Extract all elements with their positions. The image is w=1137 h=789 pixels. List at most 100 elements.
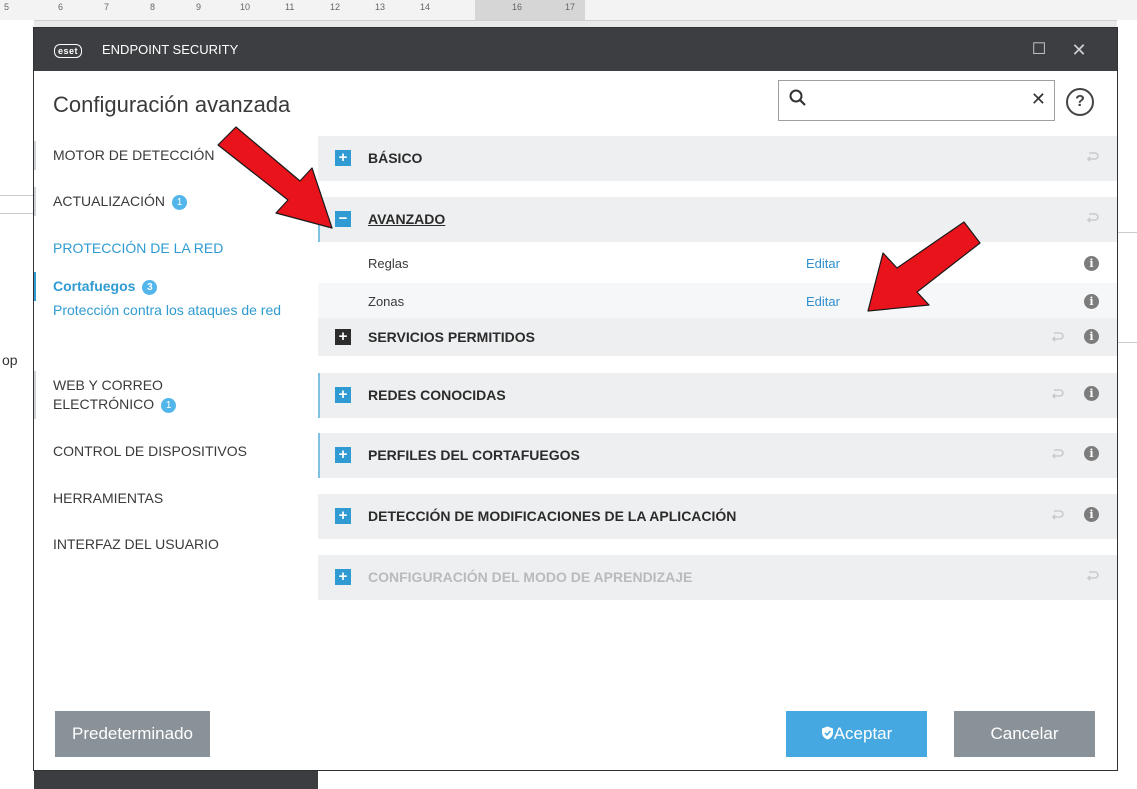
revert-icon[interactable] xyxy=(1084,149,1100,165)
sidebar-item-network-attack-protection[interactable]: Protección contra los ataques de red xyxy=(34,301,289,320)
background-dark-strip xyxy=(34,770,318,789)
default-button[interactable]: Predeterminado xyxy=(55,711,210,757)
section-label: SERVICIOS PERMITIDOS xyxy=(368,329,535,345)
advanced-setup-window: eset ENDPOINT SECURITY ☐ ✕ Configuración… xyxy=(34,28,1117,770)
ruler-number: 5 xyxy=(4,2,10,12)
background-ruler: 5 6 7 8 9 10 11 12 13 14 16 17 xyxy=(0,0,1137,21)
section-perfiles-cortafuegos[interactable]: + PERFILES DEL CORTAFUEGOS i xyxy=(318,433,1117,478)
expand-icon[interactable]: + xyxy=(335,569,351,585)
sidebar-item-web-email[interactable]: WEB Y CORREO ELECTRÓNICO 1 xyxy=(34,371,234,419)
ruler-number: 10 xyxy=(240,2,251,12)
close-icon[interactable]: ✕ xyxy=(1068,39,1090,61)
title-bar[interactable]: eset ENDPOINT SECURITY ☐ ✕ xyxy=(34,28,1117,71)
background-text: op xyxy=(2,352,18,368)
section-basico[interactable]: + BÁSICO xyxy=(318,136,1117,181)
sidebar-item-firewall[interactable]: Cortafuegos 3 xyxy=(34,272,304,301)
maximize-icon[interactable]: ☐ xyxy=(1028,39,1050,61)
section-label: DETECCIÓN DE MODIFICACIONES DE LA APLICA… xyxy=(368,508,737,524)
info-icon[interactable]: i xyxy=(1084,386,1099,401)
ruler-number: 17 xyxy=(565,2,576,12)
search-box[interactable]: ✕ xyxy=(778,80,1055,121)
ruler-number: 11 xyxy=(285,2,295,12)
section-redes-conocidas[interactable]: + REDES CONOCIDAS i xyxy=(318,373,1117,418)
sidebar-item-label: MOTOR DE DETECCIÓN xyxy=(53,147,215,163)
edit-zones-link[interactable]: Editar xyxy=(806,294,840,309)
eset-logo: eset xyxy=(54,44,83,58)
sidebar-item-label: Cortafuegos xyxy=(53,278,136,294)
sidebar-item-tools[interactable]: HERRAMIENTAS xyxy=(34,489,304,508)
sidebar-item-label: INTERFAZ DEL USUARIO xyxy=(53,536,219,552)
sidebar-item-label: HERRAMIENTAS xyxy=(53,490,164,506)
info-icon[interactable]: i xyxy=(1084,256,1099,271)
revert-icon[interactable] xyxy=(1049,386,1065,402)
cancel-button[interactable]: Cancelar xyxy=(954,711,1095,757)
collapse-icon[interactable]: − xyxy=(335,211,351,227)
setting-label: Reglas xyxy=(368,256,409,271)
sidebar-item-user-interface[interactable]: INTERFAZ DEL USUARIO xyxy=(34,535,304,554)
divider xyxy=(0,195,34,196)
expand-icon[interactable]: + xyxy=(335,447,351,463)
edit-rules-link[interactable]: Editar xyxy=(806,256,840,271)
accept-button-label: Aceptar xyxy=(833,724,893,743)
shield-icon xyxy=(821,726,833,740)
accept-button[interactable]: Aceptar xyxy=(786,711,927,757)
expand-icon[interactable]: + xyxy=(335,387,351,403)
background-doc-bottom xyxy=(34,770,1117,789)
sidebar-item-label: ACTUALIZACIÓN xyxy=(53,193,166,209)
sidebar-item-label: Protección contra los ataques de red xyxy=(53,302,282,318)
ruler-number: 14 xyxy=(420,2,431,12)
ruler-number: 8 xyxy=(150,2,156,12)
info-icon[interactable]: i xyxy=(1084,294,1099,309)
ruler-number: 13 xyxy=(375,2,386,12)
expand-icon[interactable]: + xyxy=(335,329,351,345)
ruler-number: 6 xyxy=(58,2,64,12)
background-doc-right xyxy=(1117,20,1137,789)
setting-label: Zonas xyxy=(368,294,405,309)
sidebar-item-update[interactable]: ACTUALIZACIÓN 1 xyxy=(34,187,304,216)
sidebar-item-label: CONTROL DE DISPOSITIVOS xyxy=(53,443,247,459)
sidebar-item-label: WEB Y CORREO ELECTRÓNICO xyxy=(53,377,163,412)
sidebar-item-device-control[interactable]: CONTROL DE DISPOSITIVOS xyxy=(34,442,304,461)
section-deteccion-modificaciones[interactable]: + DETECCIÓN DE MODIFICACIONES DE LA APLI… xyxy=(318,494,1117,539)
section-modo-aprendizaje[interactable]: + CONFIGURACIÓN DEL MODO DE APRENDIZAJE xyxy=(318,555,1117,600)
sidebar-item-detection-engine[interactable]: MOTOR DE DETECCIÓN xyxy=(34,141,304,170)
section-label: AVANZADO xyxy=(368,211,446,227)
divider xyxy=(1117,232,1137,233)
section-label: CONFIGURACIÓN DEL MODO DE APRENDIZAJE xyxy=(368,569,693,585)
ruler-number: 12 xyxy=(330,2,341,12)
info-icon[interactable]: i xyxy=(1084,329,1099,344)
background-doc-left: op xyxy=(0,20,34,789)
info-icon[interactable]: i xyxy=(1084,507,1099,522)
search-input[interactable] xyxy=(815,85,1019,117)
setting-row-zonas: Zonas Editar i xyxy=(318,283,1117,320)
notification-badge: 3 xyxy=(142,280,158,295)
info-icon[interactable]: i xyxy=(1084,446,1099,461)
search-icon xyxy=(789,89,806,106)
ruler-number: 9 xyxy=(196,2,202,12)
ruler-number: 16 xyxy=(512,2,523,12)
app-title: ENDPOINT SECURITY xyxy=(102,42,239,57)
expand-icon[interactable]: + xyxy=(335,150,351,166)
sidebar-item-label: PROTECCIÓN DE LA RED xyxy=(53,240,224,256)
revert-icon[interactable] xyxy=(1084,568,1100,584)
notification-badge: 1 xyxy=(161,398,177,413)
ruler-number: 7 xyxy=(104,2,110,12)
setting-row-reglas: Reglas Editar i xyxy=(318,245,1117,282)
section-label: REDES CONOCIDAS xyxy=(368,387,506,403)
section-label: BÁSICO xyxy=(368,150,423,166)
divider xyxy=(1117,342,1137,343)
revert-icon[interactable] xyxy=(1049,329,1065,345)
clear-search-icon[interactable]: ✕ xyxy=(1031,89,1046,110)
help-icon[interactable]: ? xyxy=(1066,88,1094,116)
notification-badge: 1 xyxy=(172,195,188,210)
section-label: PERFILES DEL CORTAFUEGOS xyxy=(368,447,580,463)
sidebar-item-network-protection[interactable]: PROTECCIÓN DE LA RED xyxy=(34,239,304,258)
revert-icon[interactable] xyxy=(1049,446,1065,462)
expand-icon[interactable]: + xyxy=(335,508,351,524)
revert-icon[interactable] xyxy=(1049,507,1065,523)
page-title: Configuración avanzada xyxy=(53,92,291,117)
divider xyxy=(0,213,34,214)
section-avanzado[interactable]: − AVANZADO xyxy=(318,197,1117,242)
revert-icon[interactable] xyxy=(1084,210,1100,226)
section-servicios-permitidos[interactable]: + SERVICIOS PERMITIDOS i xyxy=(318,318,1117,356)
